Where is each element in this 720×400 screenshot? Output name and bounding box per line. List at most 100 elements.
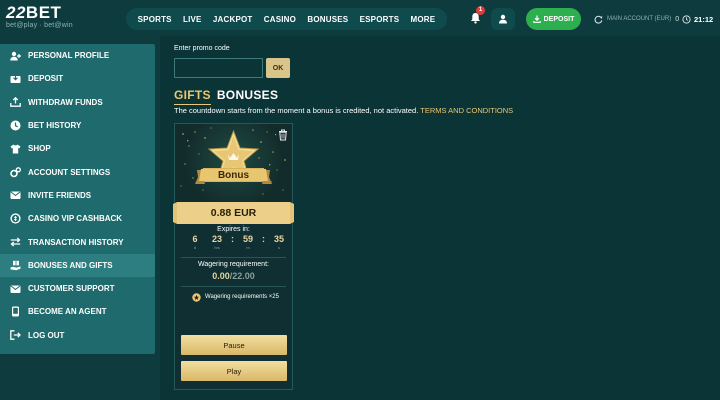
expires-label: Expires in: xyxy=(217,226,250,233)
sidebar-item-personal-profile[interactable]: PERSONAL PROFILE xyxy=(0,44,155,67)
countdown-timer: 6d 23 hrs : 59 m : 35 s xyxy=(187,234,287,256)
promo-ok-button[interactable]: OK xyxy=(266,58,290,78)
mail-icon xyxy=(10,283,21,294)
account-value: 0 xyxy=(675,15,680,23)
site-logo[interactable]: 22 BET bet@play · bet@win xyxy=(6,3,90,35)
timer-minutes-unit: m xyxy=(246,245,250,250)
wagering-note-text: Wagering requirements ×25 xyxy=(205,294,279,300)
wagering-label: Wagering requirement: xyxy=(198,261,269,268)
sidebar-item-label: BONUSES AND GIFTS xyxy=(28,260,113,270)
deposit-button[interactable]: DEPOSIT xyxy=(526,8,581,30)
sidebar-item-label: TRANSACTION HISTORY xyxy=(28,237,124,247)
sidebar-item-bonuses-and-gifts[interactable]: BONUSES AND GIFTS xyxy=(0,253,155,277)
main-account-balance[interactable]: MAIN ACCOUNT (EUR) 0 xyxy=(594,12,679,26)
sidebar-item-label: BECOME AN AGENT xyxy=(28,307,107,317)
transfer-icon xyxy=(10,237,21,248)
account-label: MAIN ACCOUNT (EUR) xyxy=(607,16,672,22)
sidebar-item-transaction-history[interactable]: TRANSACTION HISTORY xyxy=(0,230,155,253)
timer-hours-unit: hrs xyxy=(214,245,220,250)
terms-and-conditions-link[interactable]: TERMS AND CONDITIONS xyxy=(420,106,513,115)
sidebar-item-log-out[interactable]: LOG OUT xyxy=(0,324,155,347)
nav-sports[interactable]: SPORTS xyxy=(138,15,172,24)
user-profile-button[interactable] xyxy=(491,8,515,30)
trash-icon[interactable] xyxy=(278,129,288,141)
download-icon xyxy=(532,15,541,23)
sidebar-item-label: CASINO VIP CASHBACK xyxy=(28,214,123,224)
timer-separator: : xyxy=(262,234,265,244)
sidebar-item-deposit[interactable]: DEPOSIT xyxy=(0,67,155,90)
deposit-icon xyxy=(10,73,21,84)
sidebar-item-account-settings[interactable]: ACCOUNT SETTINGS xyxy=(0,160,155,183)
cashback-icon xyxy=(10,213,21,224)
withdraw-icon xyxy=(10,97,21,108)
refresh-icon xyxy=(594,15,603,24)
account-sidebar: PERSONAL PROFILE DEPOSIT WITHDRAW FUNDS … xyxy=(0,44,155,354)
clock-time: 21:12 xyxy=(694,14,714,24)
promo-code-input[interactable] xyxy=(174,58,263,78)
sidebar-item-label: WITHDRAW FUNDS xyxy=(28,97,103,107)
sidebar-item-withdraw-funds[interactable]: WITHDRAW FUNDS xyxy=(0,91,155,114)
confetti-star-art xyxy=(180,127,286,195)
wagering-progress: 0.00/22.00 xyxy=(175,271,292,281)
deposit-label: DEPOSIT xyxy=(543,15,575,23)
clock: 21:12 xyxy=(682,12,713,26)
timer-seconds: 35 xyxy=(273,234,284,244)
nav-bonuses[interactable]: BONUSES xyxy=(307,15,348,24)
logo-tagline: bet@play · bet@win xyxy=(6,22,73,29)
clock-icon xyxy=(682,14,691,24)
sidebar-item-customer-support[interactable]: CUSTOMER SUPPORT xyxy=(0,277,155,300)
countdown-notice: The countdown starts from the moment a b… xyxy=(174,106,513,115)
nav-casino[interactable]: CASINO xyxy=(264,15,296,24)
timer-hours: 23 xyxy=(211,234,222,244)
card-divider xyxy=(181,257,286,258)
sidebar-item-label: SHOP xyxy=(28,144,51,154)
sidebar-item-label: LOG OUT xyxy=(28,330,65,340)
wagering-multiplier-note: Wagering requirements ×25 xyxy=(192,292,279,302)
invite-icon xyxy=(10,190,21,201)
sidebar-item-label: ACCOUNT SETTINGS xyxy=(28,167,111,177)
sidebar-item-bet-history[interactable]: BET HISTORY xyxy=(0,114,155,137)
nav-jackpot[interactable]: JACKPOT xyxy=(213,15,253,24)
gift-hand-icon xyxy=(10,260,21,271)
nav-live[interactable]: LIVE xyxy=(183,15,202,24)
sidebar-item-label: INVITE FRIENDS xyxy=(28,190,92,200)
clock-icon xyxy=(10,120,21,131)
notification-badge: 1 xyxy=(476,6,485,15)
notifications-button[interactable]: 1 xyxy=(466,6,485,27)
pause-button[interactable]: Pause xyxy=(181,335,287,355)
bonus-card: Bonus 0.88 EUR Expires in: 6d 23 hrs : 59… xyxy=(173,123,294,390)
logo-number: 22 xyxy=(6,3,26,22)
sidebar-item-label: BET HISTORY xyxy=(28,121,82,131)
gifts-bonuses-tabs: GIFTS BONUSES xyxy=(174,88,278,105)
bonus-card-artwork: Bonus xyxy=(175,124,292,202)
timer-days-unit: d xyxy=(193,245,197,250)
top-bar: 22 BET bet@play · bet@win SPORTS LIVE JAC… xyxy=(0,0,720,36)
sidebar-item-become-an-agent[interactable]: BECOME AN AGENT xyxy=(0,300,155,323)
shirt-icon xyxy=(10,143,21,154)
nav-esports[interactable]: ESPORTS xyxy=(360,15,400,24)
tab-gifts[interactable]: GIFTS xyxy=(174,88,211,105)
tab-bonuses[interactable]: BONUSES xyxy=(217,88,278,105)
phone-icon xyxy=(10,306,21,317)
timer-seconds-unit: s xyxy=(278,245,280,250)
bonus-amount: 0.88 EUR xyxy=(210,207,257,219)
main-nav: SPORTS LIVE JACKPOT CASINO BONUSES ESPOR… xyxy=(126,8,447,30)
sidebar-item-label: DEPOSIT xyxy=(28,74,64,84)
wagering-total: 22.00 xyxy=(232,271,255,281)
sidebar-item-label: PERSONAL PROFILE xyxy=(28,51,110,61)
play-button[interactable]: Play xyxy=(181,361,287,381)
sidebar-item-shop[interactable]: SHOP xyxy=(0,137,155,160)
user-plus-icon xyxy=(10,50,21,61)
sidebar-item-invite-friends[interactable]: INVITE FRIENDS xyxy=(0,184,155,207)
settings-icon xyxy=(10,166,21,178)
nav-more[interactable]: MORE xyxy=(411,15,436,24)
user-icon xyxy=(499,14,507,24)
card-divider xyxy=(181,286,286,287)
wagering-done: 0.00 xyxy=(212,271,230,281)
countdown-notice-text: The countdown starts from the moment a b… xyxy=(174,106,419,115)
sidebar-item-label: CUSTOMER SUPPORT xyxy=(28,284,115,294)
timer-minutes: 59 xyxy=(242,234,253,244)
promo-code-label: Enter promo code xyxy=(174,45,230,52)
logo-word: BET xyxy=(25,3,62,22)
sidebar-item-casino-vip-cashback[interactable]: CASINO VIP CASHBACK xyxy=(0,207,155,230)
